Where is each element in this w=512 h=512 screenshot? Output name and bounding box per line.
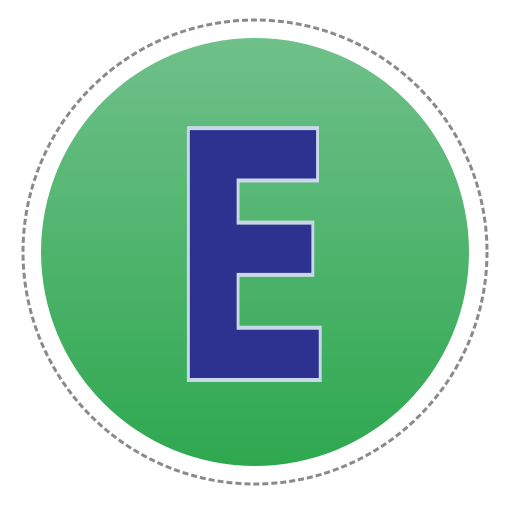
- letter-e-badge-icon: E: [21, 18, 489, 486]
- badge-letter: E: [167, 63, 337, 459]
- app-icon: E: [0, 0, 512, 512]
